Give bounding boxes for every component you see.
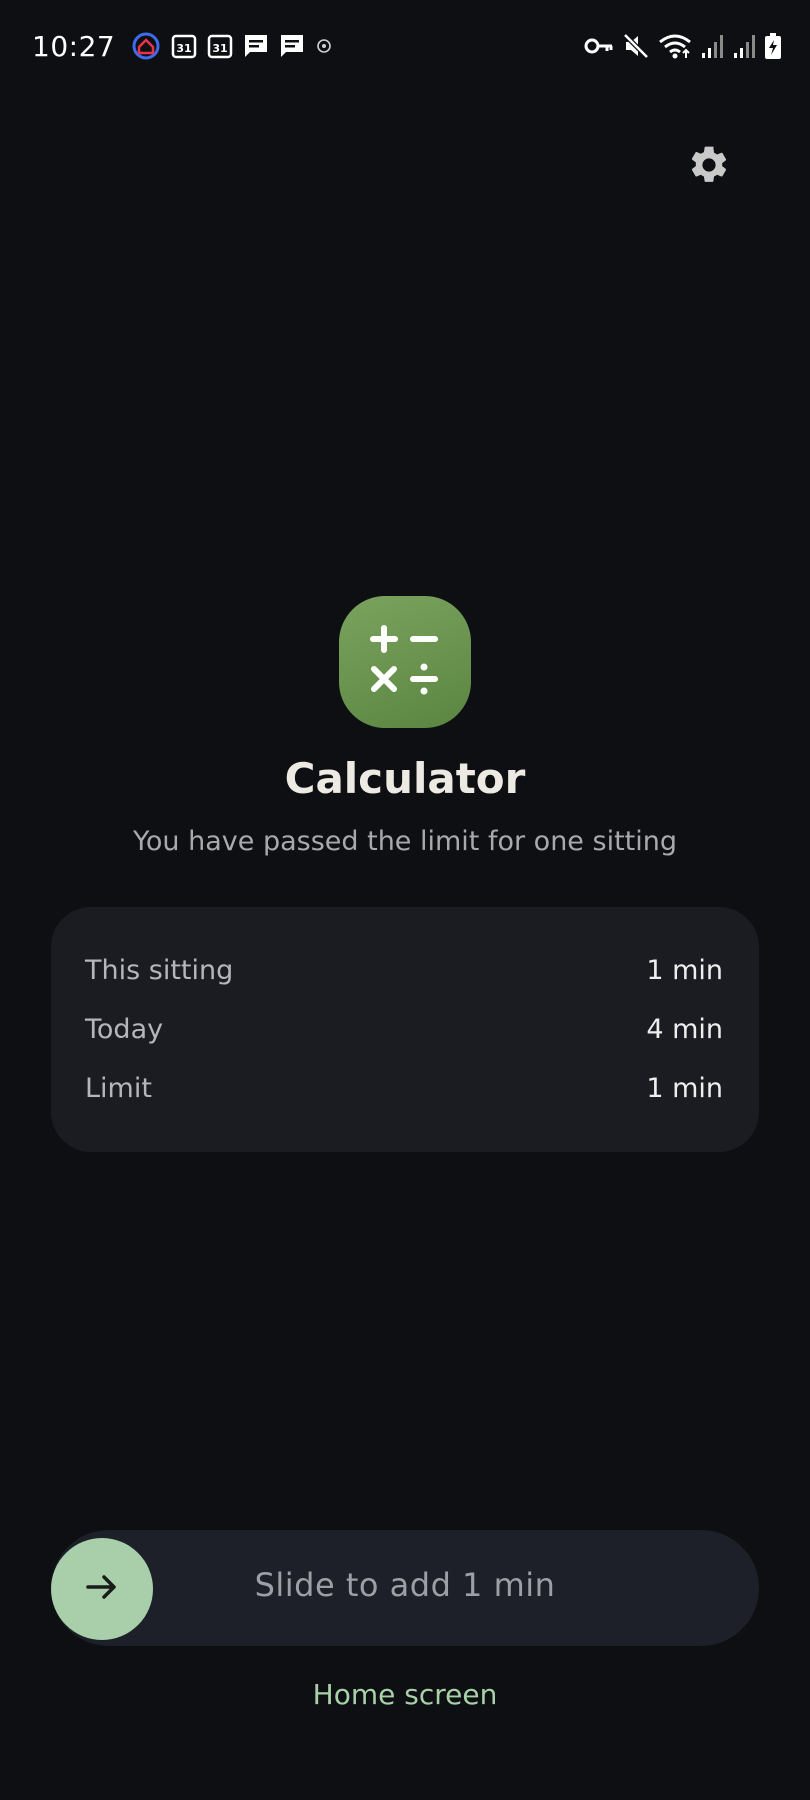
message-icon — [243, 33, 269, 59]
home-security-icon — [131, 31, 161, 61]
settings-button[interactable] — [684, 142, 734, 192]
status-bar-right — [584, 28, 782, 64]
arrow-right-icon — [82, 1567, 122, 1611]
vpn-key-icon — [584, 35, 614, 57]
dot-icon — [315, 37, 333, 55]
calculator-icon — [360, 615, 450, 709]
message-icon — [279, 33, 305, 59]
home-screen-link[interactable]: Home screen — [0, 1678, 810, 1711]
usage-row-limit: Limit 1 min — [85, 1068, 723, 1108]
calendar-day-text: 31 — [213, 42, 228, 55]
calendar-icon: 31 — [171, 33, 197, 59]
mute-icon — [622, 32, 650, 60]
usage-value: 1 min — [646, 1072, 723, 1104]
usage-card: This sitting 1 min Today 4 min Limit 1 m… — [51, 907, 759, 1152]
app-title: Calculator — [284, 754, 526, 803]
battery-charging-icon — [764, 32, 782, 60]
gear-icon — [687, 143, 731, 191]
calendar-day-text: 31 — [177, 42, 192, 55]
calculator-app-icon — [339, 596, 471, 728]
usage-label: This sitting — [85, 954, 234, 986]
status-bar-left: 10:27 31 31 — [32, 26, 333, 66]
usage-row-today: Today 4 min — [85, 1009, 723, 1049]
signal-icon — [700, 33, 724, 59]
wifi-icon — [658, 32, 692, 60]
status-bar: 10:27 31 31 — [0, 0, 810, 92]
status-time: 10:27 — [32, 29, 116, 63]
calendar-icon: 31 — [207, 33, 233, 59]
usage-row-this-sitting: This sitting 1 min — [85, 950, 723, 990]
usage-value: 1 min — [646, 954, 723, 986]
signal-icon — [732, 33, 756, 59]
slide-to-add-label: Slide to add 1 min — [254, 1566, 556, 1604]
slide-to-add-handle[interactable] — [51, 1538, 153, 1640]
limit-message: You have passed the limit for one sittin… — [133, 826, 677, 857]
usage-label: Today — [85, 1013, 164, 1045]
usage-value: 4 min — [646, 1013, 723, 1045]
usage-label: Limit — [85, 1072, 152, 1104]
